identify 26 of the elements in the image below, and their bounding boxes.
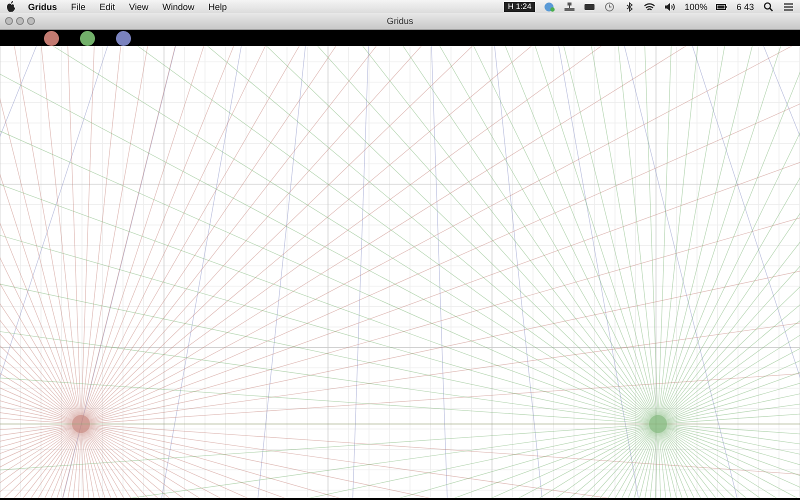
menu-item[interactable]: Edit xyxy=(100,2,116,12)
list-icon[interactable] xyxy=(783,2,794,12)
apple-icon[interactable] xyxy=(6,1,16,12)
close-button[interactable] xyxy=(5,17,13,25)
menu-item[interactable]: Window xyxy=(162,2,194,12)
minimize-button[interactable] xyxy=(16,17,24,25)
app-menu[interactable]: Gridus xyxy=(28,2,58,12)
battery-percentage: 100% xyxy=(684,2,708,12)
clock-icon[interactable] xyxy=(604,2,616,12)
color-swatch[interactable] xyxy=(116,30,131,46)
color-swatch[interactable] xyxy=(80,30,95,46)
wifi-icon[interactable] xyxy=(644,2,656,12)
network-icon[interactable] xyxy=(564,2,576,12)
menu-item[interactable]: View xyxy=(129,2,148,12)
zoom-button[interactable] xyxy=(27,17,35,25)
battery-icon[interactable] xyxy=(716,2,728,12)
search-icon[interactable] xyxy=(763,2,774,12)
display-icon[interactable] xyxy=(584,2,596,12)
menu-item[interactable]: File xyxy=(71,2,86,12)
menu-item[interactable]: Help xyxy=(208,2,227,12)
timer-status[interactable]: H 1:24 xyxy=(504,2,536,12)
window-title: Gridus xyxy=(386,16,414,26)
speaker-icon[interactable] xyxy=(664,2,676,12)
bluetooth-icon[interactable] xyxy=(624,2,636,12)
clock-time[interactable]: 6 43 xyxy=(736,2,754,12)
color-swatch[interactable] xyxy=(44,30,59,46)
